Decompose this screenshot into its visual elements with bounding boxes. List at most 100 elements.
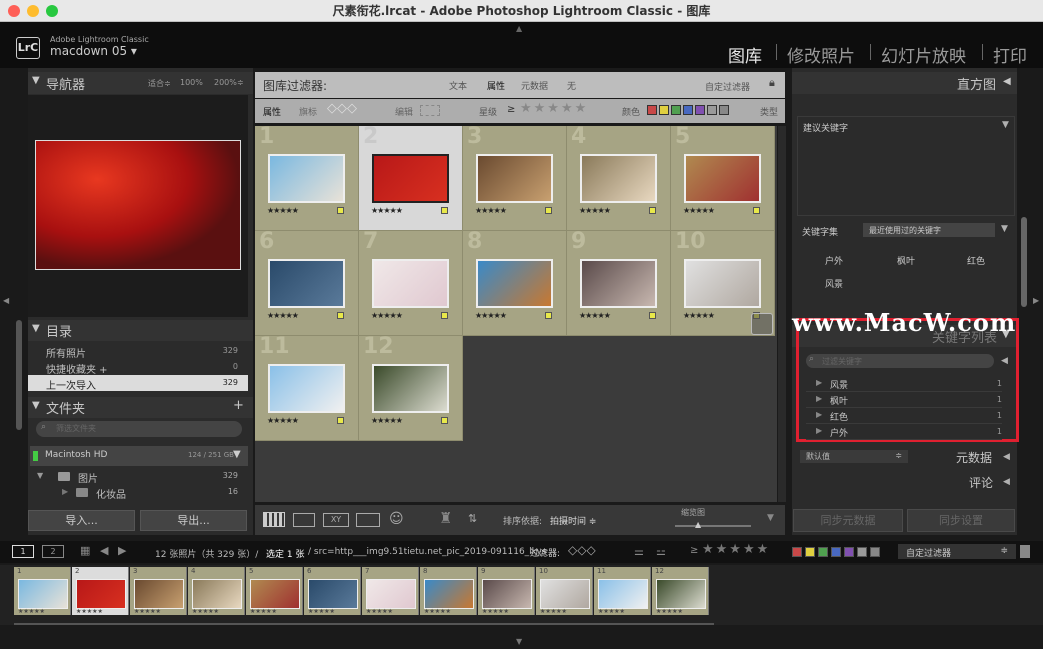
keyword-set-item[interactable]: 枫叶	[897, 254, 915, 267]
collapse-bottom-arrow-icon[interactable]: ▼	[516, 637, 522, 646]
expand-arrow-icon[interactable]: ▶	[816, 394, 822, 403]
grid-cell[interactable]: 9 ★★★★★	[567, 231, 671, 336]
photo-thumbnail[interactable]	[476, 154, 553, 203]
filter-tab-attribute[interactable]: 属性	[487, 79, 505, 92]
filmstrip-thumbnail[interactable]	[482, 579, 532, 609]
color-label-icon[interactable]	[337, 417, 344, 424]
color-swatch[interactable]	[805, 547, 815, 557]
module-slideshow[interactable]: 幻灯片放映	[881, 42, 966, 67]
keyword-set-item[interactable]: 户外	[825, 254, 843, 267]
photo-thumbnail[interactable]	[684, 259, 761, 308]
catalog-header[interactable]: ▼ 目录	[28, 320, 253, 341]
left-panel-toggle-icon[interactable]: ◀	[3, 296, 9, 305]
close-window-button[interactable]	[8, 5, 20, 17]
photo-rating-stars[interactable]: ★★★★★	[475, 206, 507, 215]
filmstrip-cell[interactable]: 11 ★★★★★	[594, 567, 651, 615]
sort-direction-icon[interactable]: ⇅	[468, 512, 477, 525]
photo-thumbnail[interactable]	[372, 364, 449, 413]
color-label-icon[interactable]	[545, 312, 552, 319]
photo-thumbnail[interactable]	[684, 154, 761, 203]
back-arrow-icon[interactable]: ◀	[100, 544, 108, 557]
zoom-window-button[interactable]	[46, 5, 58, 17]
keyword-list-item[interactable]: ▶ 风景 1	[806, 377, 1002, 392]
compare-view-icon[interactable]: XY	[323, 513, 349, 527]
filmstrip-cell[interactable]: 9 ★★★★★	[478, 567, 535, 615]
filter-tab-metadata[interactable]: 元数据	[521, 79, 548, 92]
grid-cell[interactable]: 12 ★★★★★	[359, 336, 463, 441]
filmstrip-scrollbar[interactable]	[14, 623, 714, 625]
color-label-icon[interactable]	[441, 417, 448, 424]
color-swatch[interactable]	[870, 547, 880, 557]
catalog-item-selected[interactable]: 上一次导入 329	[28, 375, 248, 392]
filmstrip-thumbnail[interactable]	[76, 579, 126, 609]
photo-rating-stars[interactable]: ★★★★★	[267, 416, 299, 425]
color-swatch[interactable]	[683, 105, 693, 115]
rating-operator[interactable]: ≥	[690, 545, 698, 556]
edit-filter-icon[interactable]	[420, 105, 440, 116]
filmstrip-thumbnail[interactable]	[424, 579, 474, 609]
expand-arrow-icon[interactable]: ▶	[816, 426, 822, 435]
filmstrip-thumbnail[interactable]	[598, 579, 648, 609]
filmstrip-thumbnail[interactable]	[540, 579, 590, 609]
navigator-header[interactable]: ▼ 导航器 适合≑ 100% 200%≑	[28, 72, 253, 94]
add-folder-button[interactable]: +	[233, 398, 244, 413]
filmstrip-thumbnail[interactable]	[366, 579, 416, 609]
photo-rating-stars[interactable]: ★★★★★	[475, 311, 507, 320]
expand-arrow-icon[interactable]: ▶	[816, 378, 822, 387]
left-panel-scrollbar[interactable]	[16, 320, 22, 430]
right-panel-scrollbar[interactable]	[1021, 217, 1027, 307]
navigator-preview-image[interactable]	[35, 140, 241, 270]
color-label-icon[interactable]	[337, 312, 344, 319]
photo-thumbnail[interactable]	[268, 154, 345, 203]
expand-arrow-icon[interactable]: ▶	[816, 410, 822, 419]
filmstrip-rating-stars[interactable]: ★★★★★	[702, 542, 770, 557]
filter-tab-text[interactable]: 文本	[449, 79, 467, 92]
volume-menu-icon[interactable]: ▼	[233, 449, 241, 460]
slider-handle-icon[interactable]: ▲	[695, 520, 701, 529]
volume-bar[interactable]: Macintosh HD 124 / 251 GB ▼	[30, 446, 248, 466]
filmstrip-cell[interactable]: 3 ★★★★★	[130, 567, 187, 615]
survey-view-icon[interactable]	[356, 513, 380, 527]
toolbar-menu-icon[interactable]: ▼	[767, 513, 774, 523]
photo-rating-stars[interactable]: ★★★★★	[683, 206, 715, 215]
primary-window-button[interactable]: 1	[12, 545, 34, 558]
filmstrip-thumbnail[interactable]	[134, 579, 184, 609]
folder-item[interactable]: ▶ 化妆品 16	[28, 485, 248, 501]
photo-rating-stars[interactable]: ★★★★★	[579, 206, 611, 215]
thumbnail-size-slider[interactable]	[675, 525, 751, 527]
expand-arrow-icon[interactable]: ▶	[62, 487, 68, 496]
grid-icon[interactable]: ▦	[80, 544, 90, 557]
forward-arrow-icon[interactable]: ▶	[118, 544, 126, 557]
color-swatch[interactable]	[818, 547, 828, 557]
grid-view-icon[interactable]	[263, 512, 285, 527]
keyword-list-item[interactable]: ▶ 户外 1	[806, 425, 1002, 440]
grid-cell[interactable]: 1 ★★★★★	[255, 126, 359, 231]
export-button[interactable]: 导出...	[140, 510, 247, 531]
folder-item[interactable]: ▼ 图片 329	[28, 469, 248, 485]
filmstrip-thumbnail[interactable]	[250, 579, 300, 609]
loupe-view-icon[interactable]	[293, 513, 315, 527]
color-label-icon[interactable]	[337, 207, 344, 214]
filter-preset-select[interactable]: 自定过滤器	[705, 80, 750, 93]
sync-metadata-button[interactable]: 同步元数据	[793, 509, 903, 532]
grid-cell[interactable]: 11 ★★★★★	[255, 336, 359, 441]
histogram-header[interactable]: 直方图 ◀	[792, 72, 1017, 94]
folder-search-input[interactable]: ⌕ 筛选文件夹	[36, 421, 242, 437]
filmstrip-cell[interactable]: 8 ★★★★★	[420, 567, 477, 615]
right-panel-toggle-icon[interactable]: ▶	[1033, 296, 1039, 305]
sync-settings-button[interactable]: 同步设置	[907, 509, 1015, 532]
filmstrip-cell[interactable]: 12 ★★★★★	[652, 567, 709, 615]
minimize-window-button[interactable]	[27, 5, 39, 17]
people-view-icon[interactable]: ☺	[389, 511, 404, 527]
photo-thumbnail[interactable]	[372, 154, 449, 203]
zoom-100-option[interactable]: 100%	[180, 78, 203, 87]
filmstrip-cell[interactable]: 5 ★★★★★	[246, 567, 303, 615]
photo-thumbnail[interactable]	[476, 259, 553, 308]
color-label-icon[interactable]	[441, 207, 448, 214]
filter-options-icon[interactable]: ⚌	[634, 545, 644, 558]
grid-cell[interactable]: 2 ★★★★★	[359, 126, 463, 231]
filmstrip-cell[interactable]: 4 ★★★★★	[188, 567, 245, 615]
filmstrip-cell[interactable]: 1 ★★★★★	[14, 567, 71, 615]
color-swatch[interactable]	[831, 547, 841, 557]
photo-rating-stars[interactable]: ★★★★★	[267, 206, 299, 215]
